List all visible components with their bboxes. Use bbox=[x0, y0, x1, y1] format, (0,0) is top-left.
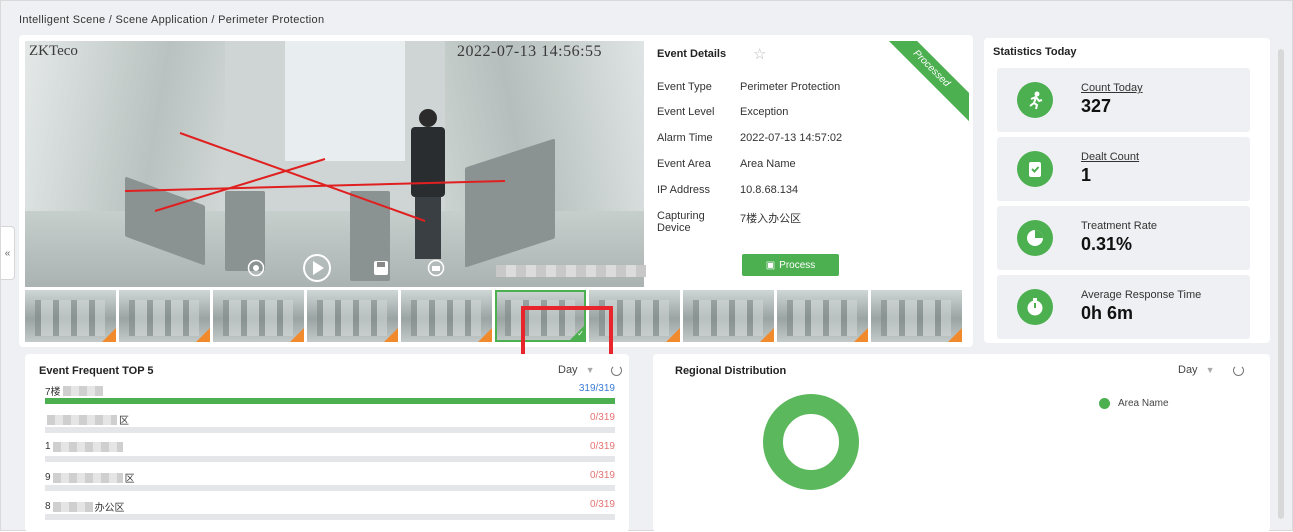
running-person-icon bbox=[1017, 82, 1053, 118]
blurred-text bbox=[47, 414, 117, 425]
perimeter-lines bbox=[124, 132, 506, 222]
status-ribbon: Processed bbox=[874, 41, 969, 126]
pie-chart-icon bbox=[1017, 220, 1053, 256]
stat-value: 327 bbox=[1081, 96, 1112, 116]
stat-label: Average Response Time bbox=[1081, 289, 1202, 301]
stat-label[interactable]: Dealt Count bbox=[1081, 151, 1139, 163]
top5-count: 0/319 bbox=[589, 499, 615, 510]
video-timestamp: 2022-07-13 14:56:55 bbox=[457, 43, 603, 60]
donut-chart[interactable] bbox=[763, 394, 859, 490]
event-top5-panel: Event Frequent TOP 5 Day ▼ 7楼 319/319 区 0… bbox=[25, 354, 629, 532]
period-select[interactable]: Day ▼ bbox=[1178, 364, 1214, 376]
top5-count: 0/319 bbox=[589, 470, 615, 481]
top5-row: 区 0/319 bbox=[45, 412, 615, 436]
stat-count-today[interactable]: Count Today 327 bbox=[997, 68, 1250, 132]
thumbnail[interactable] bbox=[777, 290, 868, 342]
top5-bar bbox=[45, 427, 615, 433]
top5-row: 8 办公区 0/319 bbox=[45, 499, 615, 523]
blurred-text bbox=[52, 501, 93, 512]
stat-value: 1 bbox=[1081, 165, 1092, 185]
snapshot-icon[interactable] bbox=[427, 259, 445, 277]
video-player[interactable]: ZKTeco 2022-07-13 14:56:55 bbox=[25, 41, 644, 287]
thumbnail[interactable] bbox=[25, 290, 116, 342]
chart-legend[interactable]: Area Name bbox=[1099, 398, 1169, 409]
thumbnail[interactable] bbox=[401, 290, 492, 342]
statistics-title: Statistics Today bbox=[993, 46, 1077, 58]
top5-bar bbox=[45, 485, 615, 491]
stat-treatment-rate: Treatment Rate 0.31% bbox=[997, 206, 1250, 270]
process-button[interactable]: ▣ Process bbox=[742, 254, 839, 276]
stat-value: 0.31% bbox=[1081, 234, 1133, 254]
star-icon[interactable]: ☆ bbox=[753, 45, 766, 63]
chevron-down-icon: ▼ bbox=[1205, 365, 1215, 375]
blurred-text bbox=[496, 265, 646, 277]
page-frame: Intelligent Scene / Scene Application / … bbox=[0, 0, 1293, 532]
chevron-down-icon: ▼ bbox=[585, 365, 595, 375]
blurred-text bbox=[52, 441, 123, 452]
thumbnail[interactable] bbox=[871, 290, 962, 342]
thumbnail[interactable] bbox=[683, 290, 774, 342]
period-select[interactable]: Day ▼ bbox=[558, 364, 594, 376]
stat-average-response-time: Average Response Time 0h 6m bbox=[997, 275, 1250, 339]
event-details-title: Event Details bbox=[657, 48, 727, 60]
top5-bar bbox=[45, 514, 615, 520]
blurred-text bbox=[52, 472, 123, 483]
top5-count: 0/319 bbox=[589, 412, 615, 423]
stopwatch-icon bbox=[1017, 289, 1053, 325]
blurred-text bbox=[62, 385, 103, 396]
top5-count: 319/319 bbox=[578, 383, 615, 394]
refresh-icon[interactable] bbox=[611, 365, 622, 376]
scrollbar[interactable] bbox=[1278, 49, 1284, 519]
play-icon[interactable] bbox=[302, 253, 332, 283]
save-icon[interactable] bbox=[372, 259, 390, 277]
top5-title: Event Frequent TOP 5 bbox=[39, 365, 154, 377]
regional-title: Regional Distribution bbox=[675, 365, 787, 377]
top5-bar-fill bbox=[45, 398, 615, 404]
top5-bar bbox=[45, 456, 615, 462]
sidebar-collapse-icon[interactable]: « bbox=[1, 226, 15, 280]
clipboard-check-icon bbox=[1017, 151, 1053, 187]
event-details-panel: Event Details ☆ Processed Event Type Per… bbox=[647, 41, 969, 287]
top5-count: 0/319 bbox=[589, 441, 615, 452]
video-watermark: ZKTeco bbox=[29, 43, 78, 59]
thumbnail[interactable] bbox=[307, 290, 398, 342]
regional-distribution-panel: Regional Distribution Day ▼ Area Name bbox=[653, 354, 1270, 532]
top5-row: 7楼 319/319 bbox=[45, 383, 615, 407]
thumbnail-strip[interactable]: ✓ bbox=[25, 290, 966, 342]
refresh-icon[interactable] bbox=[1233, 365, 1244, 376]
save-icon: ▣ bbox=[765, 259, 776, 271]
thumbnail[interactable] bbox=[119, 290, 210, 342]
breadcrumb: Intelligent Scene / Scene Application / … bbox=[19, 14, 325, 26]
stat-dealt-count[interactable]: Dealt Count 1 bbox=[997, 137, 1250, 201]
stat-label: Treatment Rate bbox=[1081, 220, 1158, 232]
top5-bar bbox=[45, 398, 615, 404]
thumbnail[interactable] bbox=[213, 290, 304, 342]
top5-row: 1 0/319 bbox=[45, 441, 615, 465]
legend-swatch bbox=[1099, 398, 1110, 409]
stat-label[interactable]: Count Today bbox=[1081, 82, 1143, 94]
top5-row: 9区 0/319 bbox=[45, 470, 615, 494]
statistics-panel: Statistics Today Count Today 327 Dealt C… bbox=[984, 38, 1270, 343]
stat-value: 0h 6m bbox=[1081, 303, 1134, 323]
record-icon[interactable] bbox=[247, 259, 265, 277]
